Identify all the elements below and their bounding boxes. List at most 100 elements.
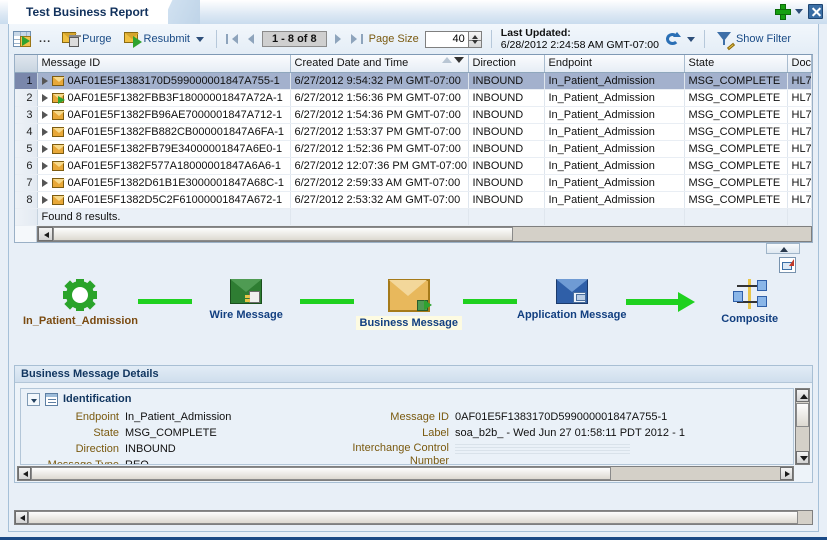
show-filter-button[interactable]: Show Filter bbox=[714, 31, 794, 50]
page-horizontal-scrollbar[interactable] bbox=[14, 510, 813, 525]
disclosure-icon[interactable] bbox=[27, 392, 40, 406]
details-scroll-left-button[interactable] bbox=[18, 466, 31, 480]
cell-message-id[interactable]: 0AF01E5F1382FB96AE7000001847A712-1 bbox=[37, 106, 291, 124]
toolbar-separator-3 bbox=[703, 30, 705, 48]
flow-node-application-message[interactable]: Application Message bbox=[517, 278, 626, 321]
expand-row-icon[interactable] bbox=[41, 144, 48, 153]
scroll-down-button[interactable] bbox=[796, 450, 809, 464]
messages-table-container: Message ID Created Date and Time Directi… bbox=[14, 54, 813, 243]
column-header-state[interactable]: State bbox=[684, 55, 788, 73]
detach-panel-icon[interactable] bbox=[779, 256, 796, 273]
expand-row-icon[interactable] bbox=[41, 76, 48, 85]
cell-message-id[interactable]: 0AF01E5F1383170D599000001847A755-1 bbox=[37, 72, 291, 90]
cell-endpoint: In_Patient_Admission bbox=[544, 123, 685, 141]
cell-endpoint: In_Patient_Admission bbox=[544, 157, 685, 175]
cell-direction: INBOUND bbox=[468, 157, 545, 175]
details-panel-title: Business Message Details bbox=[15, 365, 812, 383]
last-page-button[interactable] bbox=[350, 33, 363, 46]
cell-message-id[interactable]: 0AF01E5F1382FB882CB000001847A6FA-1 bbox=[37, 123, 291, 141]
message-id-text: 0AF01E5F1382FB96AE7000001847A712-1 bbox=[67, 108, 283, 121]
cell-message-id[interactable]: 0AF01E5F1382F577A18000001847A6A6-1 bbox=[37, 157, 291, 175]
cell-document-type: HL7-2.3.1-A bbox=[787, 174, 812, 192]
expand-row-icon[interactable] bbox=[41, 110, 48, 119]
page-size-stepper[interactable] bbox=[424, 30, 482, 48]
table-horizontal-scrollbar[interactable] bbox=[15, 225, 812, 242]
table-row[interactable]: 3 0AF01E5F1382FB96AE7000001847A712-1 6/2… bbox=[15, 106, 812, 124]
scroll-left-button[interactable] bbox=[38, 227, 53, 241]
grid-refresh-icon[interactable] bbox=[13, 31, 31, 47]
refresh-dropdown-icon[interactable] bbox=[686, 36, 695, 42]
flow-connector-1 bbox=[137, 279, 192, 325]
cell-message-id[interactable]: 0AF01E5F1382FB79E34000001847A6E0-1 bbox=[37, 140, 291, 158]
cell-direction: INBOUND bbox=[468, 72, 545, 90]
column-header-message-id[interactable]: Message ID bbox=[37, 55, 291, 73]
resubmit-dropdown-icon[interactable] bbox=[196, 36, 204, 42]
previous-page-button[interactable] bbox=[244, 33, 256, 46]
chevron-down-icon[interactable] bbox=[795, 8, 803, 14]
cell-document-type: HL7-2.3.1-A bbox=[787, 72, 812, 90]
table-row[interactable]: 2 0AF01E5F1382FBB3F18000001847A72A-1 6/2… bbox=[15, 89, 812, 107]
flow-node-composite[interactable]: Composite bbox=[695, 278, 804, 325]
cell-message-id[interactable]: 0AF01E5F1382FBB3F18000001847A72A-1 bbox=[37, 89, 291, 107]
cell-document-type: HL7-2.3.1-A bbox=[787, 157, 812, 175]
next-page-button[interactable] bbox=[333, 33, 345, 46]
expand-row-icon[interactable] bbox=[41, 93, 48, 102]
scrollbar-thumb[interactable] bbox=[53, 227, 513, 241]
purge-button[interactable]: Purge bbox=[59, 31, 114, 48]
cell-document-type: HL7-2.3.1-A bbox=[787, 140, 812, 158]
close-icon[interactable] bbox=[808, 3, 823, 19]
table-row[interactable]: 7 0AF01E5F1382D61B1E3000001847A68C-1 6/2… bbox=[15, 174, 812, 192]
column-header-document-type[interactable]: Document Ty bbox=[787, 55, 812, 73]
expand-row-icon[interactable] bbox=[41, 161, 48, 170]
column-header-created-date[interactable]: Created Date and Time bbox=[290, 55, 469, 73]
sort-indicator[interactable] bbox=[441, 57, 464, 64]
details-vscroll-thumb[interactable] bbox=[796, 402, 809, 427]
table-row[interactable]: 4 0AF01E5F1382FB882CB000001847A6FA-1 6/2… bbox=[15, 123, 812, 141]
page-size-label: Page Size bbox=[368, 33, 419, 45]
details-vertical-scrollbar[interactable] bbox=[795, 387, 810, 465]
page-size-input[interactable] bbox=[424, 30, 469, 48]
cell-state: MSG_COMPLETE bbox=[684, 106, 788, 124]
tab-test-business-report[interactable]: Test Business Report bbox=[8, 0, 169, 24]
table-row[interactable]: 1 0AF01E5F1383170D599000001847A755-1 6/2… bbox=[15, 72, 812, 90]
select-all-header[interactable] bbox=[15, 55, 38, 73]
table-row[interactable]: 8 0AF01E5F1382D5C2F61000001847A672-1 6/2… bbox=[15, 191, 812, 209]
scroll-up-button[interactable] bbox=[796, 388, 809, 402]
page-size-spinner-buttons[interactable] bbox=[468, 30, 482, 48]
application-message-icon bbox=[555, 278, 588, 305]
flow-node-label: Wire Message bbox=[209, 308, 283, 321]
toolbar-separator-2 bbox=[490, 30, 492, 48]
page-hscroll-thumb[interactable] bbox=[28, 511, 798, 524]
flow-node-wire-message[interactable]: Wire Message bbox=[192, 278, 301, 321]
page-scroll-left-button[interactable] bbox=[15, 511, 28, 524]
more-actions-button[interactable]: ... bbox=[37, 33, 53, 45]
expand-row-icon[interactable] bbox=[41, 178, 48, 187]
scrollbar-track[interactable] bbox=[37, 226, 812, 242]
cell-document-type: HL7-2.3.1-A bbox=[787, 123, 812, 141]
sort-descending-icon[interactable] bbox=[453, 57, 464, 64]
resubmit-button[interactable]: Resubmit bbox=[121, 31, 207, 48]
table-row[interactable]: 5 0AF01E5F1382FB79E34000001847A6E0-1 6/2… bbox=[15, 140, 812, 158]
collapse-panel-button[interactable] bbox=[766, 242, 800, 254]
details-scroll-right-button[interactable] bbox=[780, 466, 793, 480]
refresh-icon[interactable] bbox=[665, 31, 681, 47]
identification-section-header[interactable]: Identification bbox=[21, 389, 793, 408]
add-icon[interactable] bbox=[774, 3, 791, 20]
details-horizontal-scrollbar[interactable] bbox=[17, 465, 794, 481]
cell-message-id[interactable]: 0AF01E5F1382D61B1E3000001847A68C-1 bbox=[37, 174, 291, 192]
column-header-endpoint[interactable]: Endpoint bbox=[544, 55, 685, 73]
sort-ascending-icon[interactable] bbox=[441, 57, 452, 64]
flow-node-business-message[interactable]: Business Message bbox=[354, 278, 463, 330]
column-header-direction[interactable]: Direction bbox=[468, 55, 545, 73]
cell-document-type: HL7-2.3.1-A bbox=[787, 89, 812, 107]
row-number: 6 bbox=[15, 157, 38, 175]
cell-message-id[interactable]: 0AF01E5F1382D5C2F61000001847A672-1 bbox=[37, 191, 291, 209]
first-page-button[interactable] bbox=[226, 33, 238, 46]
details-hscroll-thumb[interactable] bbox=[31, 466, 611, 480]
expand-row-icon[interactable] bbox=[41, 195, 48, 204]
table-row[interactable]: 6 0AF01E5F1382F577A18000001847A6A6-1 6/2… bbox=[15, 157, 812, 175]
messages-table: Message ID Created Date and Time Directi… bbox=[15, 55, 812, 226]
flow-node-endpoint[interactable]: In_Patient_Admission bbox=[23, 278, 138, 327]
expand-row-icon[interactable] bbox=[41, 127, 48, 136]
cell-endpoint: In_Patient_Admission bbox=[544, 72, 685, 90]
